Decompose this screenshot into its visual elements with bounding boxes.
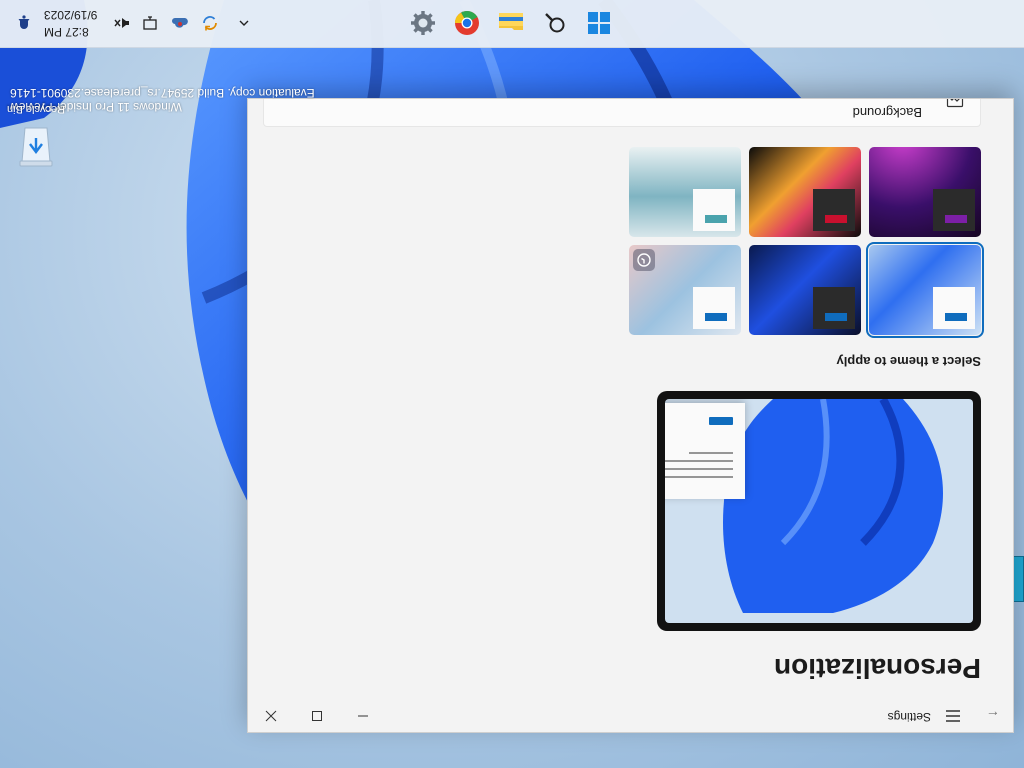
minimize-button[interactable] [340,700,386,732]
background-row-label: Background [852,105,922,120]
file-explorer-icon[interactable] [495,7,527,39]
clock-date: 9/19/2023 [44,8,98,22]
title-bar: ← Settings [248,700,1013,732]
taskbar-clock[interactable]: 8:27 PM 9/19/2023 [44,6,97,40]
themes-section-label: Select a theme to apply [836,354,982,369]
search-icon[interactable] [539,7,571,39]
close-button[interactable] [248,700,294,732]
slideshow-timer-icon [633,249,655,271]
windows-start-icon[interactable] [583,7,615,39]
theme-windows-light[interactable] [866,242,984,338]
theme-mini-window [813,287,855,329]
hamburger-menu-icon[interactable] [941,706,965,726]
background-setting-row[interactable]: Background [263,98,981,127]
notification-icon[interactable] [14,13,34,33]
taskbar: 8:27 PM 9/19/2023 [0,0,1024,48]
onedrive-icon[interactable] [170,13,190,33]
recycle-bin[interactable]: Recycle Bin [6,103,66,170]
sync-icon[interactable] [200,13,220,33]
chevron-up-icon[interactable] [234,13,254,33]
network-icon[interactable] [140,13,160,33]
app-title: Settings [887,710,931,724]
theme-mini-window [933,189,975,231]
theme-spotlight[interactable] [629,245,741,335]
theme-mini-window [933,287,975,329]
volume-muted-icon[interactable] [112,13,132,33]
theme-flow[interactable] [629,147,741,237]
theme-captured-motion[interactable] [749,147,861,237]
theme-mini-window [693,189,735,231]
settings-gear-icon[interactable] [407,7,439,39]
chrome-icon[interactable] [451,7,483,39]
theme-mini-window [813,189,855,231]
theme-preview [657,391,981,631]
back-arrow-icon[interactable]: ← [981,706,1005,726]
picture-icon [946,98,964,108]
theme-mini-window [693,287,735,329]
theme-windows-dark[interactable] [749,245,861,335]
preview-window-card [665,403,745,499]
recycle-bin-icon [19,127,53,167]
desktop: ← Settings Personalization Select a them… [0,0,1024,768]
theme-glow[interactable] [869,147,981,237]
preview-wallpaper [665,399,973,623]
clock-time: 8:27 PM [44,25,89,39]
maximize-button[interactable] [294,700,340,732]
recycle-bin-label: Recycle Bin [6,103,66,115]
settings-window: ← Settings Personalization Select a them… [247,98,1014,733]
page-title: Personalization [774,653,981,684]
watermark-line-2: Evaluation copy. Build 25947.rs_prerelea… [10,86,315,100]
